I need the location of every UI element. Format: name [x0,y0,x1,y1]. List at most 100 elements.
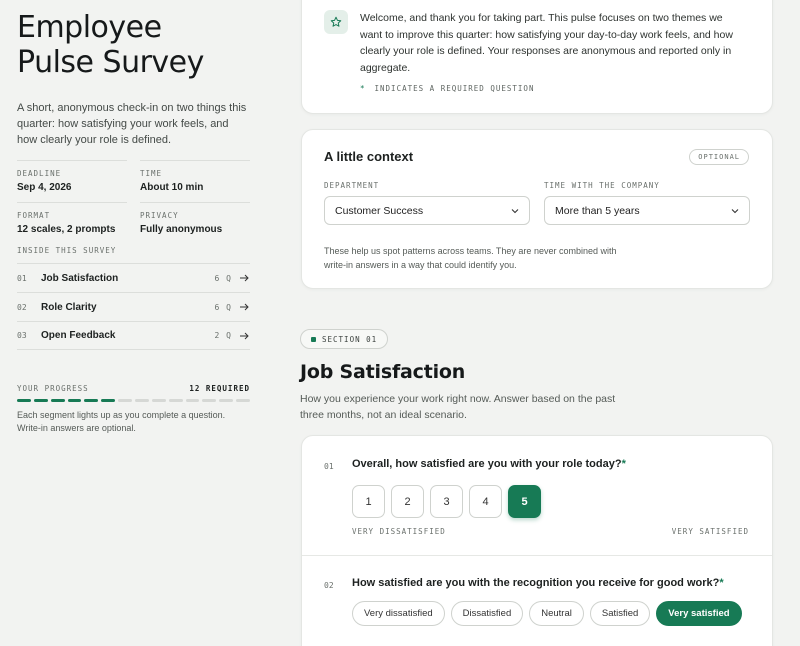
survey-intro: A short, anonymous check-in on two thing… [17,102,247,146]
sidebar: Employee Pulse Survey A short, anonymous… [17,10,251,434]
meta-deadline-label: DEADLINE [17,169,62,178]
meta-format-value: 12 scales, 2 prompts [17,224,116,235]
page-title-line1: Employee [17,10,162,45]
toc-item-job-satisfaction[interactable]: 01 Job Satisfaction 6 Q [17,263,250,292]
arrow-right-icon [240,332,249,339]
progress-segment-complete [50,399,65,402]
page-title: Employee Pulse Survey [17,10,250,80]
required-marker: * [360,84,366,93]
context-title: A little context [324,149,414,164]
toc-item-count: 2 Q [214,331,232,340]
department-select-value: Customer Success [335,204,424,217]
tenure-select-value: More than 5 years [555,204,640,217]
rating-option[interactable]: 1 [352,485,385,518]
question-number: 01 [324,462,334,471]
required-legend-text: INDICATES A REQUIRED QUESTION [374,84,535,93]
page-title-line2: Pulse Survey [17,45,204,80]
optional-badge: OPTIONAL [689,149,749,165]
meta-deadline: DEADLINE Sep 4, 2026 [17,160,127,202]
toc-item-label: Role Clarity [41,301,97,313]
scale-low-label: VERY DISSATISFIED [352,527,446,536]
meta-format-label: FORMAT [17,211,51,220]
meta-deadline-value: Sep 4, 2026 [17,182,72,193]
toc-item-number: 01 [17,273,27,283]
choice-pill[interactable]: Neutral [529,601,584,626]
rating-option-selected[interactable]: 5 [508,485,541,518]
welcome-card: Welcome, and thank you for taking part. … [301,0,773,114]
progress-header: YOUR PROGRESS 12 REQUIRED [17,384,250,393]
toc-item-number: 02 [17,302,27,312]
toc-item-number: 03 [17,331,27,340]
progress-segment [202,399,217,402]
progress-label: YOUR PROGRESS [17,384,89,393]
context-note: These help us spot patterns across teams… [324,246,617,270]
arrow-right-icon [240,274,249,282]
star-icon [324,10,348,34]
question-text-label: How satisfied are you with the recogniti… [352,577,720,589]
progress-required-count: 12 REQUIRED [189,384,250,393]
question-text-label: Overall, how satisfied are you with your… [352,458,622,470]
department-label: DEPARTMENT [324,181,380,190]
chevron-down-icon [731,209,739,214]
meta-time: TIME About 10 min [140,160,250,202]
rating-option[interactable]: 2 [391,485,424,518]
question-1: 01 Overall, how satisfied are you with y… [324,458,750,558]
inside-survey-label: INSIDE THIS SURVEY [17,246,117,255]
department-select[interactable]: Customer Success [324,196,530,225]
toc-item-role-clarity[interactable]: 02 Role Clarity 6 Q [17,292,250,321]
question-number: 02 [324,581,334,590]
choice-pill[interactable]: Very dissatisfied [352,601,445,626]
welcome-text: Welcome, and thank you for taking part. … [360,12,733,74]
survey-meta: DEADLINE Sep 4, 2026 TIME About 10 min F… [17,160,250,244]
progress-segment-complete [84,399,99,402]
choice-pill[interactable]: Satisfied [589,601,651,626]
toc-item-count: 6 Q [214,302,232,312]
rating-option[interactable]: 4 [469,485,502,518]
question-text: Overall, how satisfied are you with your… [352,458,626,470]
required-legend: * INDICATES A REQUIRED QUESTION [360,84,534,93]
tenure-label: TIME WITH THE COMPANY [544,181,660,190]
section-pill: SECTION 01 [300,329,389,349]
progress-segment [135,399,149,402]
context-card: A little context OPTIONAL DEPARTMENT Cus… [301,129,773,289]
progress-segment [185,399,200,402]
meta-time-value: About 10 min [140,182,204,193]
tenure-select[interactable]: More than 5 years [544,196,750,225]
question-text: How satisfied are you with the recogniti… [352,577,724,589]
progress-bar [17,399,251,402]
meta-privacy-label: PRIVACY [140,211,179,220]
meta-privacy-value: Fully anonymous [140,224,223,235]
choice-pill-selected[interactable]: Very satisfied [656,601,742,626]
toc-item-label: Job Satisfaction [41,272,119,284]
progress-segment-complete [17,399,31,402]
arrow-right-icon [240,303,249,311]
progress-segment [219,399,234,402]
section-pill-label: SECTION 01 [322,334,378,344]
survey-toc: 01 Job Satisfaction 6 Q 02 Role Clarity … [17,263,250,350]
required-marker: * [621,458,626,470]
chevron-down-icon [511,209,519,214]
progress-segment [168,399,183,402]
progress-segment [151,399,166,402]
rating-option[interactable]: 3 [430,485,463,518]
section-description: How you experience your work right now. … [300,393,616,421]
choice-pill[interactable]: Dissatisfied [450,601,524,626]
section-dot-icon [311,336,316,342]
question-divider [302,555,772,556]
questions-card: 01 Overall, how satisfied are you with y… [301,435,773,646]
rating-scale: 1 2 3 4 5 [352,485,541,518]
toc-item-open-feedback[interactable]: 03 Open Feedback 2 Q [17,321,250,350]
progress-segment-complete [101,399,116,402]
section-title: Job Satisfaction [300,361,466,383]
toc-item-label: Open Feedback [41,330,116,341]
progress-segment-complete [67,399,82,402]
meta-format: FORMAT 12 scales, 2 prompts [17,202,127,244]
choice-pills: Very dissatisfied Dissatisfied Neutral S… [352,601,742,626]
progress-segment [118,399,133,402]
toc-item-count: 6 Q [214,273,232,283]
required-marker: * [719,577,724,589]
meta-privacy: PRIVACY Fully anonymous [140,202,250,244]
progress-note: Each segment lights up as you complete a… [17,410,226,433]
question-2: 02 How satisfied are you with the recogn… [324,577,750,637]
progress-segment [236,399,251,402]
